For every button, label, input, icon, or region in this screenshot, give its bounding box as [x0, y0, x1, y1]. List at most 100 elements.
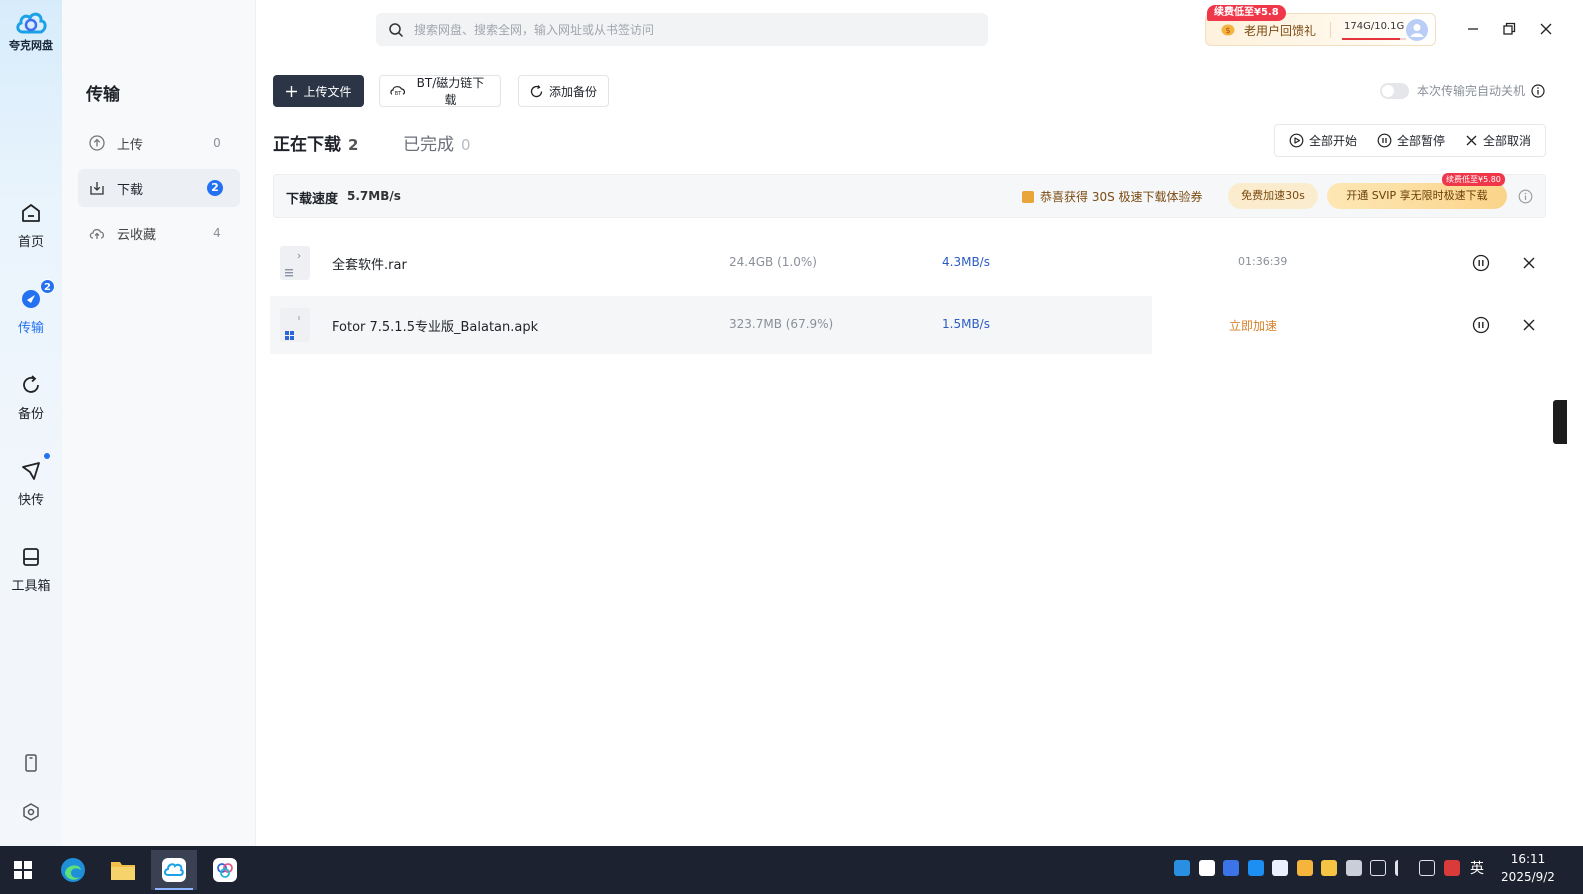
sidebar-item-label: 上传: [117, 137, 144, 153]
download-row[interactable]: Fotor 7.5.1.5专业版_Balatan.apk 323.7MB (67…: [270, 296, 1560, 354]
app-name: 夸克网盘: [9, 39, 53, 52]
paper-plane-icon: [19, 453, 50, 483]
pause-all-label: 全部暂停: [1396, 134, 1445, 148]
tray-feishu-icon[interactable]: [1247, 860, 1264, 876]
svip-discount-tag: 续费低至¥5.80: [1442, 173, 1505, 186]
quark-cloud-logo-icon: [16, 12, 47, 34]
mobile-phone-icon[interactable]: [19, 751, 43, 775]
close-window-icon[interactable]: [1536, 19, 1556, 39]
tray-folder-app-icon[interactable]: [1296, 860, 1313, 876]
transfer-icon: 2: [19, 279, 55, 311]
tray-quark-browser-icon[interactable]: [1198, 860, 1215, 876]
rail-item-label: 工具箱: [11, 579, 51, 594]
add-backup-label: 添加备份: [549, 84, 598, 99]
bt-magnet-download-button[interactable]: BT BT/磁力链下载: [379, 75, 501, 107]
tab-downloading[interactable]: 正在下载 2: [273, 130, 358, 155]
gift-coin-icon: $: [1221, 24, 1235, 36]
system-clock[interactable]: 16:11 2025/9/2: [1494, 850, 1562, 886]
time-remaining: 01:36:39: [1238, 255, 1288, 268]
edge-browser-icon[interactable]: [50, 850, 96, 890]
tray-network-icon[interactable]: [1419, 860, 1435, 876]
tray-quark-drive-icon[interactable]: [1174, 860, 1190, 876]
file-name: 全套软件.rar: [332, 258, 407, 273]
start-windows-icon[interactable]: [0, 850, 46, 890]
search-bar[interactable]: [376, 13, 988, 46]
transfer-badge: 2: [40, 279, 55, 294]
close-icon[interactable]: [1521, 255, 1537, 271]
cloud-collect-count: 4: [213, 226, 221, 240]
speed-coupon-notice: 恭喜获得 30S 极速下载体验券: [1022, 188, 1203, 205]
file-explorer-icon[interactable]: [100, 850, 146, 890]
pause-circle-icon[interactable]: [1472, 254, 1490, 272]
rail-item-toolbox[interactable]: 工具箱: [0, 545, 62, 594]
tab-completed[interactable]: 已完成 0: [403, 130, 471, 155]
file-name: Fotor 7.5.1.5专业版_Balatan.apk: [332, 320, 539, 335]
upload-file-button[interactable]: 上传文件: [273, 75, 364, 107]
close-icon[interactable]: [1521, 317, 1537, 333]
sidebar-item-upload[interactable]: 上传 0: [78, 124, 240, 162]
tray-sync-app-icon[interactable]: [1272, 860, 1288, 876]
pause-circle-icon: [1377, 133, 1392, 148]
transfer-sidebar: 传输 上传 0 下载 2 云收藏 4: [62, 0, 256, 852]
minimize-icon[interactable]: [1463, 19, 1483, 39]
system-tray: 英: [1174, 858, 1484, 878]
pause-all-button[interactable]: 全部暂停: [1377, 132, 1445, 149]
ime-language-indicator[interactable]: 英: [1470, 858, 1484, 878]
rail-item-label: 传输: [17, 321, 44, 336]
quark-drive-taskbar-icon[interactable]: [151, 850, 197, 890]
coupon-icon: [1022, 190, 1034, 203]
sidebar-item-cloud-collect[interactable]: 云收藏 4: [78, 214, 240, 252]
quark-browser-taskbar-icon[interactable]: [202, 850, 248, 890]
sidebar-item-download[interactable]: 下载 2: [78, 169, 240, 207]
rail-item-backup[interactable]: 备份: [0, 373, 62, 422]
sidebar-item-label: 云收藏: [117, 227, 157, 243]
tray-checkmark-app-icon[interactable]: [1223, 860, 1239, 876]
info-icon[interactable]: [1531, 83, 1545, 98]
free-accelerate-button[interactable]: 免费加速30s: [1228, 183, 1318, 209]
add-backup-button[interactable]: 添加备份: [518, 75, 609, 107]
pause-circle-icon[interactable]: [1472, 316, 1490, 334]
tab-label: 正在下载: [273, 135, 341, 155]
tray-security-shield-icon[interactable]: [1321, 860, 1337, 876]
rail-item-transfer[interactable]: 2 传输: [0, 279, 62, 336]
tab-label: 已完成: [403, 135, 454, 155]
tray-volume-icon[interactable]: [1394, 860, 1411, 876]
toolbox-icon: [19, 545, 43, 569]
speed-label: 下载速度: [286, 192, 339, 207]
svg-text:$: $: [1225, 26, 1230, 35]
tray-battery-icon[interactable]: [1345, 860, 1362, 876]
promo-discount-tag: 续费低至¥5.8: [1207, 5, 1286, 21]
rail-item-quick-transfer[interactable]: 快传: [0, 453, 62, 508]
refresh-icon: [530, 84, 543, 97]
rail-item-home[interactable]: 首页: [0, 201, 62, 250]
open-svip-button[interactable]: 开通 SVIP 享无限时极速下载: [1327, 183, 1507, 209]
close-icon: [1466, 135, 1477, 146]
svg-text:BT: BT: [395, 91, 402, 97]
cancel-all-label: 全部取消: [1482, 134, 1531, 148]
promo-divider: [1330, 22, 1331, 38]
auto-shutdown-label: 本次传输完自动关机: [1417, 84, 1526, 98]
info-icon[interactable]: [1518, 189, 1533, 204]
left-rail: 夸克网盘 首页 2 传输 备份 快传 工具箱: [0, 0, 62, 852]
tray-usb-device-icon[interactable]: [1370, 860, 1386, 876]
upload-count: 0: [213, 136, 221, 150]
app-logo[interactable]: 夸克网盘: [0, 8, 62, 53]
promo-text: 老用户回馈礼: [1244, 24, 1317, 38]
user-avatar[interactable]: [1406, 19, 1428, 41]
file-size-progress: 323.7MB (67.9%): [729, 317, 834, 331]
start-all-button[interactable]: 全部开始: [1289, 132, 1357, 149]
file-speed: 1.5MB/s: [942, 317, 990, 331]
side-panel-handle[interactable]: [1553, 400, 1567, 444]
settings-gear-icon[interactable]: [19, 800, 43, 824]
backup-sync-icon: [19, 373, 43, 397]
search-input[interactable]: [414, 22, 988, 37]
app-package-file-icon: [280, 308, 310, 342]
cancel-all-button[interactable]: 全部取消: [1465, 132, 1531, 149]
accelerate-now-link[interactable]: 立即加速: [1229, 317, 1277, 334]
auto-shutdown-toggle[interactable]: [1380, 82, 1409, 99]
download-row[interactable]: 全套软件.rar 24.4GB (1.0%) 4.3MB/s 01:36:39: [270, 234, 1560, 292]
restore-window-icon[interactable]: [1499, 19, 1519, 39]
archive-file-icon: [280, 246, 310, 280]
clock-time: 16:11: [1510, 852, 1546, 866]
tray-input-method-icon[interactable]: [1443, 860, 1460, 876]
